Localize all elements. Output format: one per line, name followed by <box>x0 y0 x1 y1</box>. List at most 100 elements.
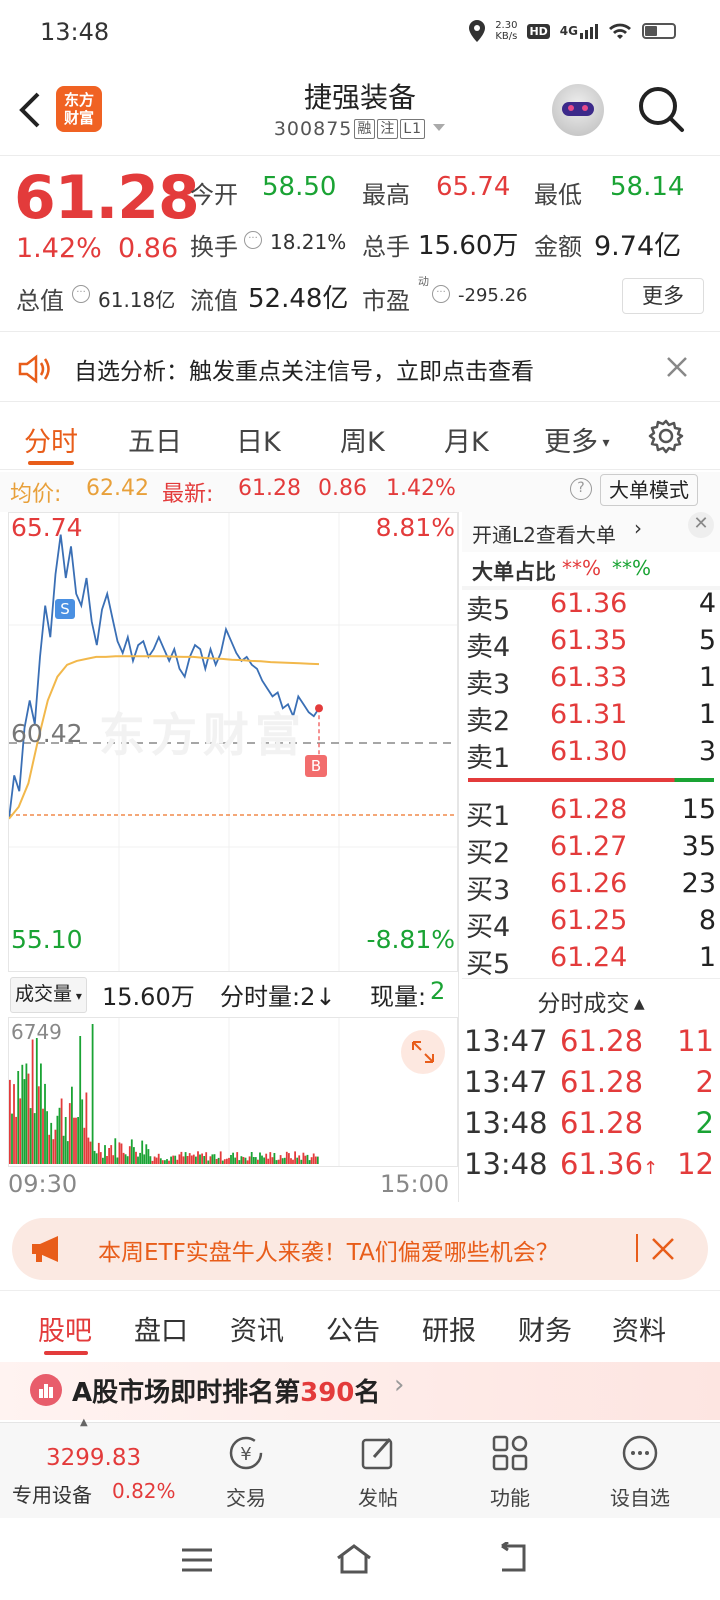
expand-icon[interactable] <box>401 1030 445 1074</box>
buy-marker[interactable]: B <box>305 755 327 777</box>
volume-bar <box>306 1154 309 1164</box>
tab-research[interactable]: 研报 <box>422 1309 476 1348</box>
bid-row[interactable]: 买3 61.26 23 <box>462 868 720 906</box>
volume-chart[interactable]: 6749 <box>8 1017 458 1167</box>
big-order-mode-button[interactable]: 大单模式 <box>600 474 698 506</box>
volume-bar <box>89 1141 92 1164</box>
volume-bar <box>294 1151 296 1164</box>
tab-profile[interactable]: 资料 <box>612 1309 666 1348</box>
notice-bar[interactable]: 自选分析：触发重点关注信号，立即点击查看 <box>0 334 720 402</box>
volume-bar <box>186 1156 189 1164</box>
bid-row[interactable]: 买4 61.25 8 <box>462 905 720 943</box>
bid-row[interactable]: 买2 61.27 35 <box>462 831 720 869</box>
ask-row[interactable]: 卖5 61.36 4 <box>462 588 720 626</box>
wifi-icon <box>609 23 631 39</box>
caret-down-icon: ▾ <box>72 989 82 1003</box>
banner-text: 本周ETF实盘牛人来袭！TA们偏爱哪些机会？ <box>98 1240 559 1266</box>
volume-bar <box>13 1084 15 1164</box>
close-promo-icon[interactable]: ✕ <box>688 512 714 538</box>
tab-five-day[interactable]: 五日 <box>128 420 182 459</box>
sell-marker[interactable]: S <box>55 599 75 619</box>
volume-bar <box>166 1159 168 1164</box>
l2-promo[interactable]: 开通L2查看大单 › ✕ <box>462 512 720 552</box>
tab-announcements[interactable]: 公告 <box>326 1309 380 1348</box>
volume-bar <box>93 1150 96 1164</box>
back-nav-icon[interactable] <box>494 1542 528 1574</box>
nav-functions[interactable]: 功能 <box>470 1433 550 1511</box>
tab-finance[interactable]: 财务 <box>518 1309 572 1348</box>
volume-bar <box>263 1157 265 1164</box>
ask-row[interactable]: 卖1 61.30 3 <box>462 736 720 774</box>
bid-row[interactable]: 买1 61.28 15 <box>462 794 720 832</box>
quote-panel: 61.28 1.42% 0.86 今开 58.50 最高 65.74 最低 58… <box>0 157 720 332</box>
volume-bar <box>164 1160 166 1164</box>
ask-row[interactable]: 卖4 61.35 5 <box>462 625 720 663</box>
home-icon[interactable] <box>334 1542 374 1576</box>
market-rank[interactable]: A股市场即时排名第390名 › <box>0 1362 720 1420</box>
volume-bar <box>75 1117 77 1164</box>
volume-bar <box>139 1152 141 1164</box>
volume-bar <box>308 1160 311 1164</box>
tab-weekly-k[interactable]: 周K <box>340 420 385 459</box>
tab-monthly-k[interactable]: 月K <box>444 420 489 459</box>
time-start: 09:30 <box>8 1170 78 1198</box>
index-widget[interactable]: ▲ 3299.83 专用设备 0.82% <box>0 1417 178 1519</box>
tag-registered: 注 <box>377 119 399 139</box>
volume-bar <box>217 1157 220 1164</box>
intraday-chart[interactable]: 东方财富 65.74 8.81% 60.42 55.10 -8.81% S B <box>8 512 458 972</box>
ask-row[interactable]: 卖3 61.33 1 <box>462 662 720 700</box>
network-speed: 2.30 KB/s <box>495 20 518 42</box>
promo-banner[interactable]: 本周ETF实盘牛人来袭！TA们偏爱哪些机会？ <box>12 1218 708 1280</box>
rank-icon <box>30 1374 62 1406</box>
info-icon[interactable]: ··· <box>432 285 450 303</box>
bid-row[interactable]: 买5 61.24 1 <box>462 942 720 980</box>
menu-icon[interactable] <box>180 1546 214 1574</box>
volume-bar <box>97 1142 100 1164</box>
tab-daily-k[interactable]: 日K <box>236 420 281 459</box>
tab-more[interactable]: 更多 ▾ <box>544 420 609 459</box>
gear-icon[interactable] <box>648 418 684 454</box>
more-quote-button[interactable]: 更多 <box>622 278 704 314</box>
signal-icon: 4G <box>560 23 598 39</box>
volume-bar <box>81 1099 84 1164</box>
volume-select[interactable]: 成交量 ▾ <box>10 977 87 1013</box>
tab-intraday[interactable]: 分时 <box>24 420 78 459</box>
volume-bar <box>172 1155 175 1164</box>
tab-news[interactable]: 资讯 <box>230 1309 284 1348</box>
order-book: 开通L2查看大单 › ✕ 大单占比 **% **% 卖5 61.36 4 卖4 61.… <box>462 512 720 1202</box>
mktcap-value: 61.18亿 <box>98 288 176 312</box>
tab-pankou[interactable]: 盘口 <box>134 1309 188 1348</box>
volume-bar <box>108 1148 110 1164</box>
low-label: 最低 <box>534 181 582 209</box>
close-banner-icon[interactable] <box>650 1236 676 1262</box>
volume-bar <box>60 1098 63 1164</box>
volume-bar <box>126 1156 129 1164</box>
help-icon[interactable]: ? <box>570 478 592 500</box>
search-icon[interactable] <box>636 84 686 134</box>
volume-bar <box>48 1134 51 1164</box>
volume-bar <box>151 1160 154 1164</box>
nav-trade[interactable]: ¥ 交易 <box>206 1433 286 1511</box>
volume-bar <box>238 1160 241 1164</box>
ask-row[interactable]: 卖2 61.31 1 <box>462 699 720 737</box>
info-icon[interactable]: ··· <box>72 285 90 303</box>
ticks-header[interactable]: 分时成交 ▲ <box>462 984 720 1018</box>
nav-add-watchlist[interactable]: 设自选 <box>600 1433 680 1511</box>
bottom-nav: ▲ 3299.83 专用设备 0.82% ¥ 交易 发帖 功能 设自选 <box>0 1417 720 1519</box>
volume-bar <box>195 1156 197 1164</box>
volume-bar <box>155 1157 158 1164</box>
robot-assistant-icon[interactable] <box>552 84 604 136</box>
volume-bar <box>221 1160 224 1164</box>
tab-guba[interactable]: 股吧 <box>38 1309 92 1348</box>
amount-label: 金额 <box>534 233 582 261</box>
dropdown-arrow-icon[interactable] <box>432 123 446 133</box>
nav-post[interactable]: 发帖 <box>338 1433 418 1511</box>
volume-bar <box>300 1159 303 1164</box>
caret-up-icon: ▲ <box>629 996 645 1012</box>
volume-bar <box>137 1156 139 1164</box>
volume-bar <box>219 1151 222 1164</box>
info-icon[interactable]: ··· <box>244 231 262 249</box>
volume-bar <box>277 1159 280 1164</box>
volume-bar <box>145 1144 148 1164</box>
close-icon[interactable] <box>666 356 688 378</box>
